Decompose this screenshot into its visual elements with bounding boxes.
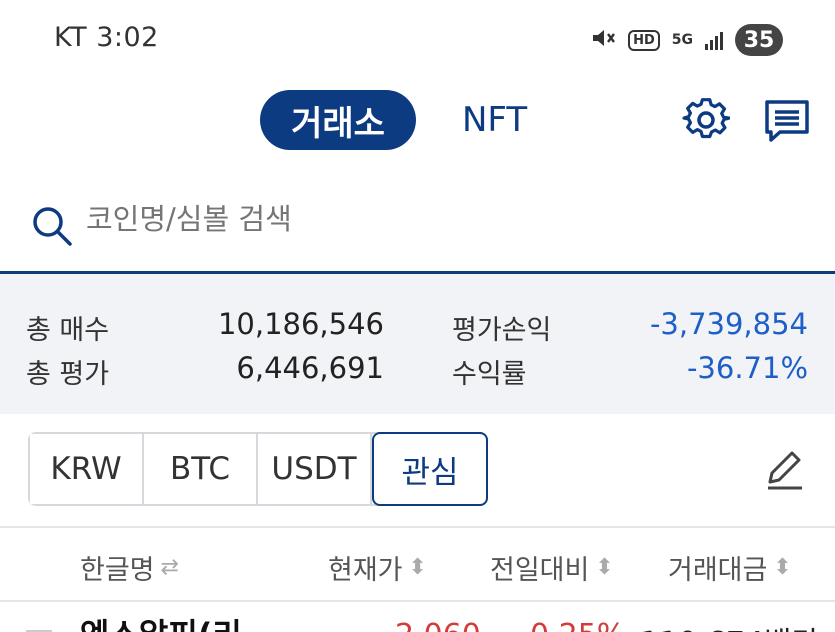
sort-icon: ⬍ bbox=[408, 555, 427, 580]
gear-icon[interactable] bbox=[682, 96, 731, 144]
table-header: 한글명 ⇄ 현재가 ⬍ 전일대비 ⬍ 거래대금 ⬍ bbox=[0, 526, 835, 602]
column-volume-header[interactable]: 거래대금 ⬍ bbox=[668, 548, 792, 587]
status-icons: HD 5G 35 bbox=[590, 24, 783, 56]
column-volume-label: 거래대금 bbox=[668, 555, 768, 586]
tab-exchange[interactable]: 거래소 bbox=[260, 90, 416, 150]
battery-indicator: 35 bbox=[735, 24, 783, 56]
coin-price: 2,060 bbox=[395, 618, 481, 632]
hd-icon: HD bbox=[628, 29, 660, 51]
tab-krw[interactable]: KRW bbox=[30, 434, 144, 504]
message-icon[interactable] bbox=[762, 96, 812, 146]
coin-volume: 110,674백만 bbox=[640, 618, 819, 632]
total-eval-value: 6,446,691 bbox=[236, 351, 384, 385]
portfolio-summary: 총 매수 10,186,546 총 평가 6,446,691 평가손익 -3,7… bbox=[0, 274, 835, 414]
pnl-label: 평가손익 bbox=[452, 315, 552, 346]
coin-change: 0.25% bbox=[530, 618, 625, 632]
column-price-header[interactable]: 현재가 ⬍ bbox=[328, 548, 427, 587]
search-input[interactable] bbox=[86, 202, 686, 236]
market-tabs: KRW BTC USDT 관심 bbox=[28, 432, 488, 506]
tab-btc[interactable]: BTC bbox=[144, 434, 258, 504]
pnl-value: -3,739,854 bbox=[649, 307, 808, 341]
total-buy-value: 10,186,546 bbox=[217, 307, 384, 341]
top-nav: 거래소 NFT bbox=[0, 80, 835, 180]
yield-value: -36.71% bbox=[686, 351, 808, 385]
column-change-header[interactable]: 전일대비 ⬍ bbox=[490, 548, 614, 587]
search-bar bbox=[0, 190, 835, 274]
tab-nft[interactable]: NFT bbox=[462, 90, 527, 150]
tab-favorites[interactable]: 관심 bbox=[372, 432, 488, 506]
total-eval-label: 총 평가 bbox=[26, 359, 110, 390]
column-name-label: 한글명 bbox=[80, 555, 155, 586]
carrier-label: KT bbox=[54, 22, 88, 53]
swap-icon: ⇄ bbox=[160, 555, 179, 580]
column-change-label: 전일대비 bbox=[490, 555, 590, 586]
mute-vibrate-icon bbox=[590, 27, 616, 54]
yield-label: 수익률 bbox=[452, 359, 527, 390]
clock: 3:02 bbox=[96, 22, 159, 53]
sort-icon: ⬍ bbox=[773, 555, 792, 580]
table-row[interactable]: 엑스알피(리 2,060 0.25% 110,674백만 bbox=[0, 604, 835, 632]
coin-name: 엑스알피(리 bbox=[80, 610, 242, 632]
search-icon bbox=[30, 204, 74, 248]
edit-icon[interactable] bbox=[762, 446, 808, 492]
total-buy-label: 총 매수 bbox=[26, 315, 110, 346]
column-name-header[interactable]: 한글명 ⇄ bbox=[80, 548, 179, 587]
column-price-label: 현재가 bbox=[328, 555, 403, 586]
carrier-time: KT 3:02 bbox=[54, 22, 159, 53]
5g-icon: 5G bbox=[671, 32, 693, 48]
status-bar: KT 3:02 HD 5G 35 bbox=[0, 0, 835, 80]
signal-icon bbox=[705, 30, 723, 50]
tab-usdt[interactable]: USDT bbox=[258, 434, 372, 504]
sort-icon: ⬍ bbox=[595, 555, 614, 580]
